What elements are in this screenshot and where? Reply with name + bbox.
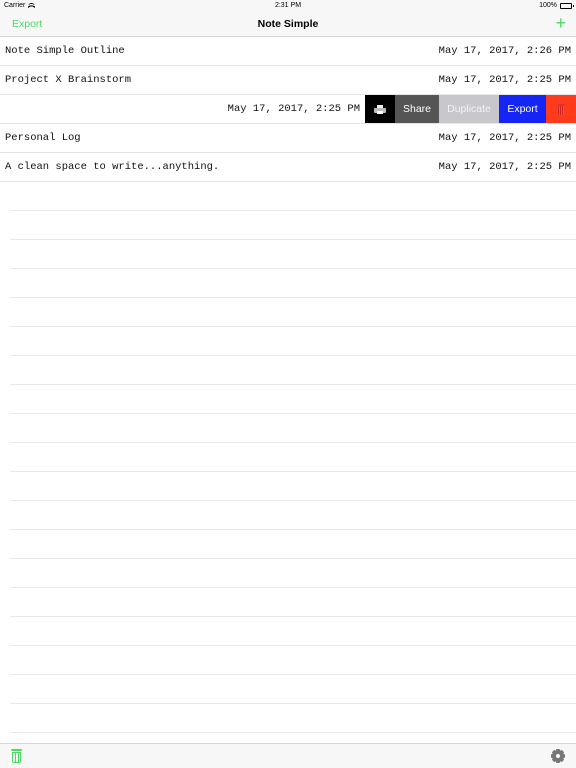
page-title: Note Simple xyxy=(257,18,319,30)
note-title: A clean space to write...anything. xyxy=(5,161,220,173)
plus-icon: + xyxy=(555,13,566,33)
share-button[interactable]: Share xyxy=(395,95,439,123)
battery-percent: 100% xyxy=(539,2,557,9)
ruled-line xyxy=(10,703,576,704)
ruled-line xyxy=(10,529,576,530)
ruled-line xyxy=(10,297,576,298)
delete-button[interactable] xyxy=(546,95,576,123)
ruled-line xyxy=(10,268,576,269)
trash-icon[interactable] xyxy=(11,749,22,763)
navigation-bar: Export Note Simple + xyxy=(0,12,576,37)
ruled-line xyxy=(10,355,576,356)
ruled-line xyxy=(10,384,576,385)
swipe-actions: Share Duplicate Export xyxy=(365,95,576,123)
note-row[interactable]: Note Simple Outline May 17, 2017, 2:26 P… xyxy=(0,37,576,66)
ruled-line xyxy=(10,326,576,327)
note-row[interactable]: Personal Log May 17, 2017, 2:25 PM xyxy=(0,124,576,153)
printer-icon xyxy=(374,104,386,114)
note-title: Note Simple Outline xyxy=(5,45,125,57)
ruled-line xyxy=(10,413,576,414)
trash-icon xyxy=(557,103,565,115)
note-row-swiped[interactable]: May 17, 2017, 2:25 PM Share Duplicate Ex… xyxy=(0,95,576,124)
print-button[interactable] xyxy=(365,95,395,123)
bottom-toolbar xyxy=(0,743,576,768)
note-date: May 17, 2017, 2:25 PM xyxy=(438,74,571,86)
ruled-line xyxy=(10,732,576,733)
gear-icon[interactable] xyxy=(551,749,565,763)
notes-list: Note Simple Outline May 17, 2017, 2:26 P… xyxy=(0,37,576,182)
ruled-line xyxy=(10,645,576,646)
ruled-line xyxy=(10,500,576,501)
ruled-line xyxy=(10,587,576,588)
ruled-line xyxy=(10,471,576,472)
note-date: May 17, 2017, 2:25 PM xyxy=(227,103,360,115)
ruled-line xyxy=(10,239,576,240)
duplicate-button[interactable]: Duplicate xyxy=(439,95,499,123)
status-time: 2:31 PM xyxy=(274,2,302,9)
note-title: Project X Brainstorm xyxy=(5,74,132,86)
ruled-line xyxy=(10,674,576,675)
add-note-button[interactable]: + xyxy=(555,14,566,32)
status-bar: Carrier 2:31 PM 100% xyxy=(0,0,576,12)
ruled-line xyxy=(10,616,576,617)
battery-icon xyxy=(560,2,574,9)
ruled-line xyxy=(10,210,576,211)
ruled-line xyxy=(10,442,576,443)
export-note-button[interactable]: Export xyxy=(499,95,546,123)
empty-ruled-area xyxy=(10,182,576,762)
note-row[interactable]: Project X Brainstorm May 17, 2017, 2:25 … xyxy=(0,66,576,95)
note-date: May 17, 2017, 2:25 PM xyxy=(438,161,571,173)
note-date: May 17, 2017, 2:26 PM xyxy=(438,45,571,57)
note-date: May 17, 2017, 2:25 PM xyxy=(438,132,571,144)
note-title: Personal Log xyxy=(5,132,81,144)
ruled-line xyxy=(10,558,576,559)
note-row[interactable]: A clean space to write...anything. May 1… xyxy=(0,153,576,182)
